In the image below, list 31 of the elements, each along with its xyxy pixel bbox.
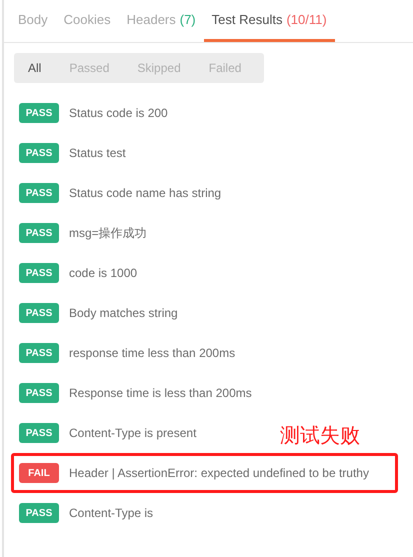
test-name: Status test bbox=[69, 145, 126, 162]
status-badge: PASS bbox=[19, 143, 59, 163]
test-name: Content-Type is present bbox=[69, 425, 196, 442]
tab[interactable]: Cookies bbox=[56, 8, 119, 42]
test-name: code is 1000 bbox=[69, 265, 138, 282]
test-name: Status code is 200 bbox=[69, 105, 168, 122]
filter-tab[interactable]: Skipped bbox=[126, 53, 192, 83]
tab[interactable]: Body bbox=[10, 8, 56, 42]
status-badge: PASS bbox=[19, 223, 59, 243]
filter-tab[interactable]: Failed bbox=[198, 53, 252, 83]
status-badge: PASS bbox=[19, 183, 59, 203]
test-name: response time less than 200ms bbox=[69, 345, 236, 362]
filter-tab[interactable]: All bbox=[17, 53, 52, 83]
status-badge: PASS bbox=[19, 503, 59, 523]
status-badge: PASS bbox=[19, 263, 59, 283]
tab[interactable]: Test Results (10/11) bbox=[204, 8, 335, 42]
status-badge: PASS bbox=[19, 383, 59, 403]
test-name: Header | AssertionError: expected undefined to be truthy bbox=[69, 465, 369, 482]
test-name: Body matches string bbox=[69, 305, 178, 322]
test-name: Status code name has string bbox=[69, 185, 222, 202]
status-badge: PASS bbox=[19, 423, 59, 443]
tab[interactable]: Headers (7) bbox=[118, 8, 204, 42]
filter-tab[interactable]: Passed bbox=[58, 53, 120, 83]
status-badge: PASS bbox=[19, 303, 59, 323]
test-name: Response time is less than 200ms bbox=[69, 385, 252, 402]
test-name: msg=操作成功 bbox=[69, 225, 147, 242]
status-badge: FAIL bbox=[19, 463, 59, 483]
test-name: Content-Type is bbox=[69, 505, 154, 522]
status-badge: PASS bbox=[19, 103, 59, 123]
status-badge: PASS bbox=[19, 343, 59, 363]
annotation-text: 测试失败 bbox=[280, 424, 360, 449]
